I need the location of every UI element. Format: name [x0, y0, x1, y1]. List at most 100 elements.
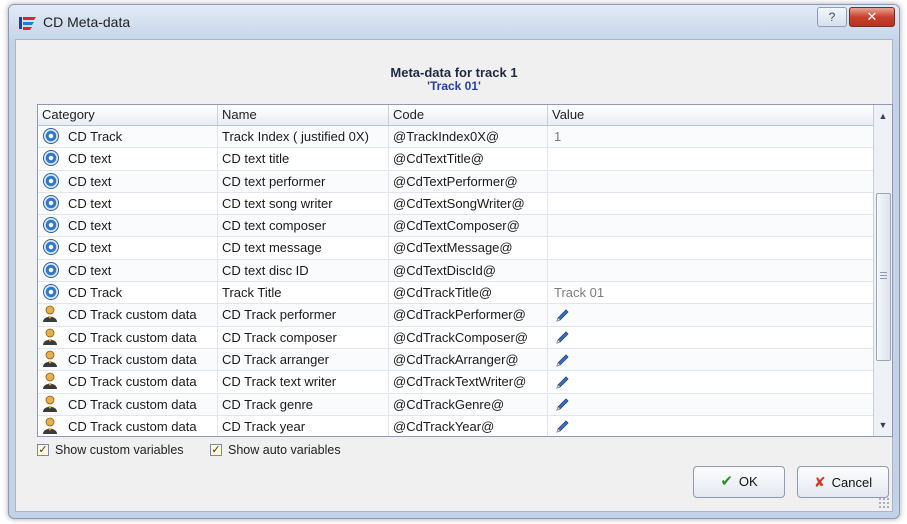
code-cell: @CdTrackArranger@ [389, 348, 548, 370]
table-row[interactable]: CD Track custom data CD Track text writer… [38, 371, 873, 394]
code-cell: @CdTextPerformer@ [389, 170, 548, 192]
show-custom-variables-checkbox[interactable]: ✓ [37, 444, 49, 456]
name-cell: CD Track composer [218, 326, 389, 348]
checkmark-icon: ✔ [720, 473, 733, 490]
pencil-edit-icon[interactable] [554, 419, 570, 435]
table-row[interactable]: CD Track custom data CD Track year @CdTrac… [38, 415, 873, 436]
code-cell: @CdTrackTitle@ [389, 282, 548, 304]
category-label: CD text [68, 195, 112, 211]
category-cell: CD Track custom data [38, 393, 218, 415]
value-cell[interactable] [548, 215, 873, 236]
table-row[interactable]: CD Track Track Index ( justified 0X) @Trac… [38, 126, 873, 149]
category-label: CD Track custom data [68, 374, 197, 390]
value-cell[interactable] [548, 148, 873, 169]
value-cell[interactable] [548, 371, 873, 392]
window-title: CD Meta-data [43, 14, 131, 30]
category-cell: CD text [38, 192, 218, 214]
category-cell: CD Track [38, 282, 218, 304]
resize-grip-icon[interactable] [878, 497, 890, 509]
value-cell[interactable] [548, 237, 873, 258]
value-cell[interactable] [548, 171, 873, 192]
value-cell[interactable] [548, 193, 873, 214]
name-cell: Track Index ( justified 0X) [218, 126, 389, 147]
table-row[interactable]: CD text CD text composer @CdTextComposer@ [38, 215, 873, 238]
user-icon [43, 395, 57, 412]
category-label: CD Track [68, 285, 123, 301]
name-cell: CD text message [218, 237, 389, 259]
category-label: CD Track custom data [68, 329, 197, 345]
cancel-x-icon: ✘ [813, 474, 826, 490]
name-cell: CD Track genre [218, 393, 389, 415]
vertical-scrollbar[interactable]: ▲ ▼ [873, 105, 892, 436]
category-cell: CD text [38, 148, 218, 170]
table-row[interactable]: CD Track Track Title @CdTrackTitle@ Track 0… [38, 282, 873, 305]
ok-button[interactable]: ✔ OK [693, 466, 785, 498]
category-label: CD text [68, 240, 112, 256]
pencil-edit-icon[interactable] [554, 375, 570, 391]
category-cell: CD Track custom data [38, 326, 218, 348]
pencil-edit-icon[interactable] [554, 397, 570, 413]
value-cell[interactable] [548, 349, 873, 370]
code-cell: @CdTrackComposer@ [389, 326, 548, 348]
value-cell[interactable] [548, 416, 873, 436]
title-bar[interactable]: CD Meta-data ? ✕ [9, 5, 899, 39]
value-cell[interactable] [548, 327, 873, 348]
scroll-down-arrow-icon[interactable]: ▼ [874, 416, 892, 434]
table-row[interactable]: CD text CD text performer @CdTextPerformer… [38, 170, 873, 193]
close-button[interactable]: ✕ [849, 7, 895, 27]
code-cell: @CdTrackGenre@ [389, 393, 548, 415]
scroll-up-arrow-icon[interactable]: ▲ [874, 107, 892, 125]
category-cell: CD Track custom data [38, 348, 218, 370]
cd-disc-icon [43, 172, 59, 189]
pencil-edit-icon[interactable] [554, 330, 570, 346]
category-cell: CD Track [38, 126, 218, 147]
value-cell[interactable] [548, 394, 873, 415]
pencil-edit-icon[interactable] [554, 308, 570, 324]
pencil-edit-icon[interactable] [554, 353, 570, 369]
value-cell[interactable]: Track 01 [548, 282, 873, 303]
code-cell: @CdTextMessage@ [389, 237, 548, 259]
table-row[interactable]: CD Track custom data CD Track arranger @Cd… [38, 348, 873, 372]
table-row[interactable]: CD Track custom data CD Track composer @Cd… [38, 326, 873, 349]
scrollbar-thumb[interactable] [876, 193, 891, 361]
column-header-code[interactable]: Code [389, 105, 548, 125]
column-header-category[interactable]: Category [38, 105, 218, 125]
app-logo-icon [19, 17, 36, 30]
cd-disc-icon [43, 284, 59, 301]
category-cell: CD Track custom data [38, 304, 218, 326]
ok-button-label: OK [738, 474, 758, 489]
column-header-name[interactable]: Name [218, 105, 389, 125]
name-cell: CD Track performer [218, 304, 389, 326]
value-cell[interactable] [548, 260, 873, 281]
cd-disc-icon [43, 150, 59, 167]
column-header-value[interactable]: Value [548, 105, 873, 125]
code-cell: @CdTextComposer@ [389, 215, 548, 237]
help-button[interactable]: ? [817, 7, 847, 27]
show-custom-variables-label[interactable]: Show custom variables [55, 443, 184, 457]
category-label: CD Track custom data [68, 396, 197, 412]
category-label: CD Track custom data [68, 418, 197, 434]
code-cell: @TrackIndex0X@ [389, 126, 548, 147]
code-cell: @CdTextDiscId@ [389, 259, 548, 281]
name-cell: CD Track arranger [218, 348, 389, 370]
value-cell[interactable] [548, 304, 873, 325]
cd-disc-icon [43, 128, 59, 144]
table-row[interactable]: CD Track custom data CD Track performer @C… [38, 304, 873, 327]
table-row[interactable]: CD text CD text message @CdTextMessage@ [38, 237, 873, 260]
cancel-button[interactable]: ✘ Cancel [797, 466, 889, 498]
table-row[interactable]: CD Track custom data CD Track genre @CdTra… [38, 393, 873, 416]
name-cell: CD Track text writer [218, 371, 389, 393]
metadata-table: Category Name Code Value CD Track Track I… [37, 104, 893, 437]
show-auto-variables-label[interactable]: Show auto variables [228, 443, 341, 457]
table-row[interactable]: CD text CD text title @CdTextTitle@ [38, 148, 873, 171]
category-label: CD text [68, 262, 112, 278]
table-row[interactable]: CD text CD text disc ID @CdTextDiscId@ [38, 259, 873, 283]
header-title: Meta-data for track 1 [390, 65, 518, 80]
table-row[interactable]: CD text CD text song writer @CdTextSongWri… [38, 192, 873, 216]
code-cell: @CdTrackYear@ [389, 415, 548, 436]
cancel-button-label: Cancel [831, 475, 873, 490]
value-cell[interactable]: 1 [548, 126, 873, 147]
show-auto-variables-checkbox[interactable]: ✓ [210, 444, 222, 456]
value-text: Track 01 [554, 285, 605, 301]
name-cell: CD text title [218, 148, 389, 170]
